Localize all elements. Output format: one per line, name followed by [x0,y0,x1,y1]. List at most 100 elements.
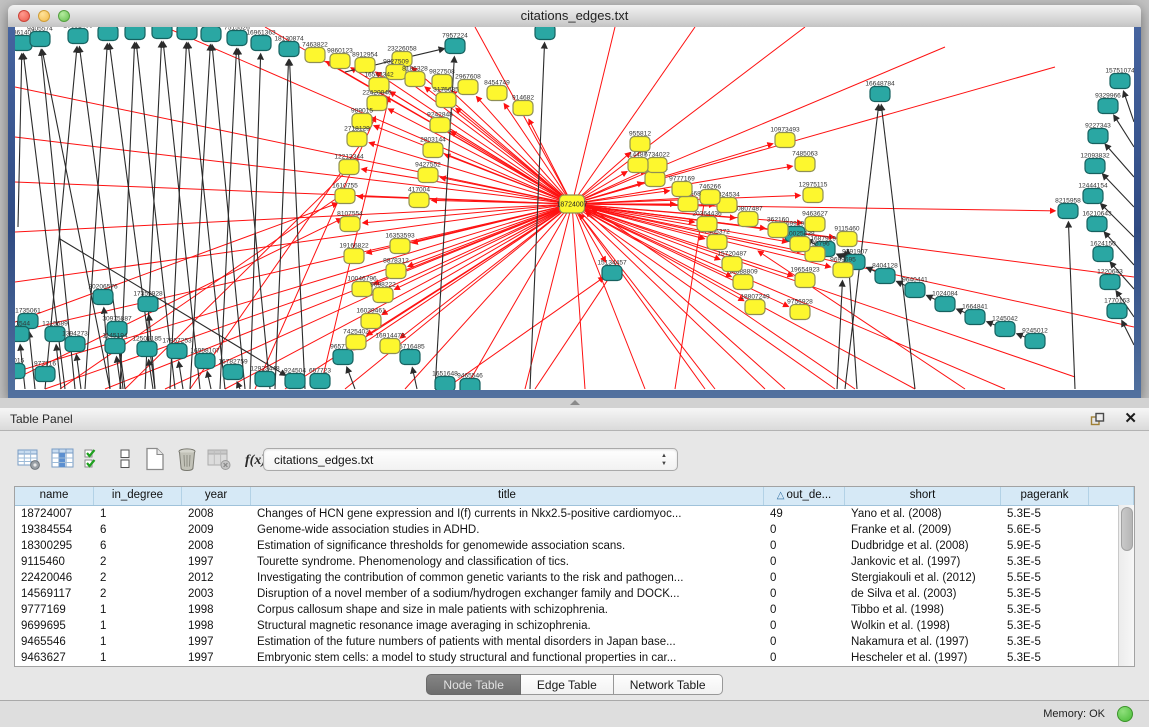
cell-in_degree[interactable]: 1 [94,634,182,650]
float-panel-icon[interactable] [1090,412,1105,426]
graph-node[interactable] [201,27,221,42]
cell-name[interactable]: 14569117 [15,586,94,602]
cell-title[interactable]: Estimation of the future numbers of pati… [251,634,764,650]
graph-node[interactable] [1025,334,1045,349]
graph-node[interactable] [423,143,443,158]
graph-node[interactable] [965,310,985,325]
network-canvas[interactable]: 9861403940557420691406106532871527602846… [15,27,1134,390]
graph-node[interactable] [775,133,795,148]
network-window-titlebar[interactable]: citations_edges.txt [8,5,1141,28]
citation-network-graph[interactable]: 9861403940557420691406106532871527602846… [15,27,1134,390]
graph-node[interactable] [513,101,533,116]
network-view-window[interactable]: citations_edges.txt 98614039405574206914… [8,5,1141,398]
graph-node[interactable] [803,188,823,203]
cell-year[interactable]: 1997 [182,634,251,650]
cell-title[interactable]: Investigating the contribution of common… [251,570,764,586]
graph-node[interactable] [768,223,788,238]
graph-node[interactable] [805,217,825,232]
cell-year[interactable]: 2012 [182,570,251,586]
graph-node[interactable] [1087,217,1107,232]
graph-node[interactable] [722,257,742,272]
graph-node[interactable] [400,350,420,365]
table-row[interactable]: 911546021997Tourette syndrome. Phenomeno… [15,554,1134,570]
graph-node[interactable] [837,232,857,247]
graph-node[interactable] [870,87,890,102]
graph-node[interactable] [223,365,243,380]
graph-node[interactable] [707,235,727,250]
divider-grip-icon[interactable] [570,400,580,405]
cell-year[interactable]: 2009 [182,522,251,538]
graph-node[interactable] [905,283,925,298]
cell-pagerank[interactable]: 5.3E-5 [1001,650,1089,666]
graph-node[interactable] [355,58,375,73]
graph-node[interactable] [430,118,450,133]
scrollbar-thumb[interactable] [1121,507,1133,551]
cell-name[interactable]: 22420046 [15,570,94,586]
cell-title[interactable]: Genome-wide association studies in ADHD. [251,522,764,538]
graph-node[interactable] [628,158,648,173]
row-height-button[interactable] [112,446,138,472]
cell-short[interactable]: Jankovic et al. (1997) [845,554,1001,570]
column-header-short[interactable]: short [845,487,1001,505]
cell-in_degree[interactable]: 1 [94,618,182,634]
cell-out_de...[interactable]: 0 [764,602,845,618]
graph-node[interactable] [697,217,717,232]
graph-node[interactable] [167,344,187,359]
cell-in_degree[interactable]: 6 [94,522,182,538]
cell-in_degree[interactable]: 1 [94,506,182,522]
cell-out_de...[interactable]: 0 [764,522,845,538]
column-header-year[interactable]: year [182,487,251,505]
cell-year[interactable]: 2008 [182,506,251,522]
cell-name[interactable]: 18300295 [15,538,94,554]
graph-node[interactable] [405,72,425,87]
graph-node[interactable] [98,27,118,41]
cell-name[interactable]: 9699695 [15,618,94,634]
graph-node[interactable] [1107,304,1127,319]
graph-node[interactable] [1083,189,1103,204]
cell-year[interactable]: 1998 [182,602,251,618]
cell-in_degree[interactable]: 2 [94,554,182,570]
graph-node[interactable] [305,48,325,63]
graph-node[interactable] [125,27,145,40]
graph-node[interactable] [1088,129,1108,144]
graph-node[interactable] [700,190,720,205]
cell-short[interactable]: Hescheler et al. (1997) [845,650,1001,666]
graph-node[interactable] [279,42,299,57]
table-row[interactable]: 946362711997Embryonic stem cells: a mode… [15,650,1134,666]
cell-short[interactable]: de Silva et al. (2003) [845,586,1001,602]
graph-node[interactable] [344,249,364,264]
graph-node[interactable] [15,364,25,379]
graph-node[interactable] [672,182,692,197]
graph-node[interactable] [436,93,456,108]
graph-node[interactable] [745,300,765,315]
cell-out_de...[interactable]: 49 [764,506,845,522]
graph-node[interactable] [733,275,753,290]
table-row[interactable]: 977716911998Corpus callosum shape and si… [15,602,1134,618]
graph-node[interactable] [310,374,330,389]
cell-short[interactable]: Yano et al. (2008) [845,506,1001,522]
tab-node-table[interactable]: Node Table [426,674,521,695]
graph-node[interactable] [137,342,157,357]
graph-node[interactable] [1110,74,1130,89]
cell-pagerank[interactable]: 5.3E-5 [1001,506,1089,522]
graph-node[interactable] [790,305,810,320]
graph-node[interactable] [138,297,158,312]
graph-node[interactable] [460,379,480,391]
tab-edge-table[interactable]: Edge Table [521,674,614,695]
graph-node[interactable] [339,160,359,175]
graph-node[interactable] [795,157,815,172]
cell-pagerank[interactable]: 5.5E-5 [1001,570,1089,586]
table-row[interactable]: 1830029562008Estimation of significance … [15,538,1134,554]
cell-in_degree[interactable]: 1 [94,602,182,618]
graph-node[interactable] [251,36,271,51]
graph-node[interactable] [790,237,810,252]
cell-in_degree[interactable]: 2 [94,586,182,602]
graph-node[interactable] [15,327,29,342]
graph-node[interactable] [435,377,455,391]
cell-pagerank[interactable]: 5.3E-5 [1001,554,1089,570]
graph-node[interactable] [647,158,667,173]
table-row[interactable]: 1872400712008Changes of HCN gene express… [15,506,1134,522]
cell-name[interactable]: 9777169 [15,602,94,618]
graph-node[interactable] [833,263,853,278]
graph-node[interactable] [875,269,895,284]
